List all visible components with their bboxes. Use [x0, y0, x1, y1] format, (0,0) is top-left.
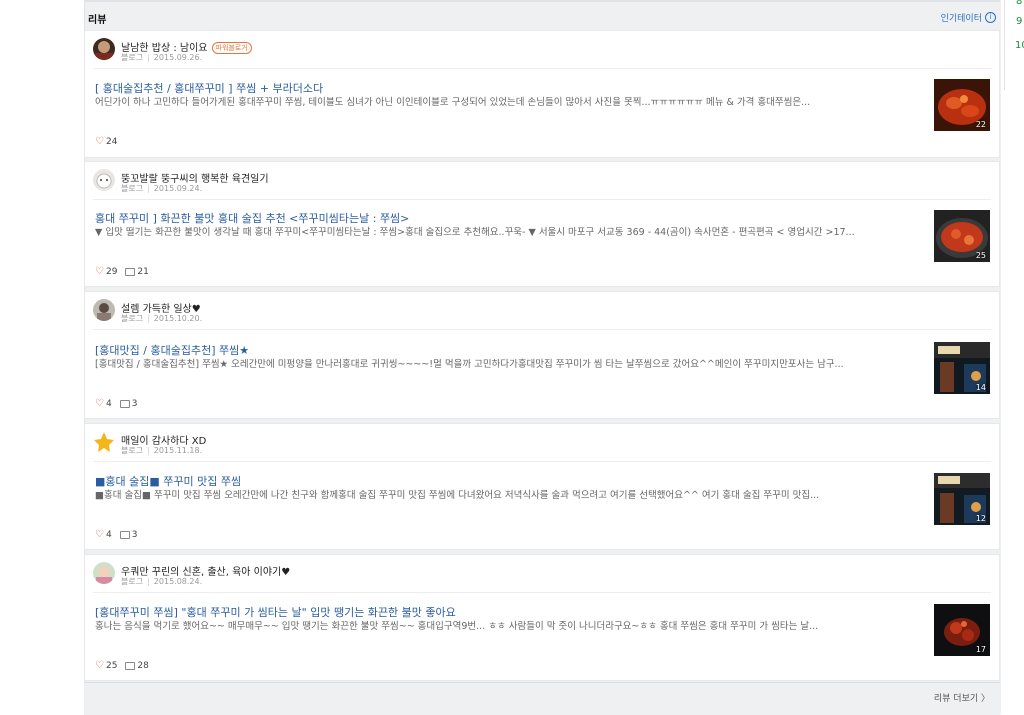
header-divider: [93, 329, 991, 330]
source-label: 블로그: [121, 184, 144, 193]
review-header: 매일이 감사하다 XD 블로그 | 2015.11.18.: [93, 431, 693, 457]
post-thumbnail[interactable]: 12: [934, 473, 990, 525]
review-stats: ♡ 4 3: [95, 529, 137, 541]
post-date: 2015.08.24.: [153, 577, 203, 586]
comment-count[interactable]: 21: [125, 267, 149, 277]
section-header: 리뷰 인기테이터 i: [84, 6, 1000, 30]
post-thumbnail[interactable]: 17: [934, 604, 990, 656]
post-date: 2015.11.18.: [153, 446, 203, 455]
post-excerpt: [홍대맛집 / 홍대술집추천] 쭈씸★ 오레간만에 미펑양을 만나러홍대로 귀귀…: [95, 359, 844, 370]
ranking-number: 10: [1015, 40, 1024, 51]
heart-icon: ♡: [95, 529, 104, 540]
photo-count: 22: [975, 120, 986, 129]
photo-count: 12: [975, 514, 986, 523]
avatar[interactable]: [93, 431, 115, 453]
post-title-link[interactable]: [ 홍대술집추천 / 홍대쭈꾸미 ] 쭈씸 + 부라더소다: [95, 80, 915, 96]
source-label: 블로그: [121, 577, 144, 586]
review-stats: ♡ 29 21: [95, 266, 149, 278]
review-header: 날남한 밥상 : 남이요 파워블로거 블로그 | 2015.09.26.: [93, 38, 693, 64]
heart-icon: ♡: [95, 266, 104, 277]
like-count[interactable]: ♡ 29: [95, 266, 117, 278]
avatar[interactable]: [93, 169, 115, 191]
photo-count: 25: [975, 251, 986, 260]
popular-data-label: 인기테이터: [940, 14, 982, 24]
review-header: 뚱꼬발랄 뚱구씨의 행복한 육견일기 블로그 | 2015.09.24.: [93, 169, 693, 195]
review-meta: 블로그 | 2015.08.24.: [121, 577, 203, 586]
comment-icon: [119, 400, 130, 408]
comment-icon: [125, 662, 136, 670]
comment-count[interactable]: 3: [119, 530, 137, 540]
review-card: 뚱꼬발랄 뚱구씨의 행복한 육견일기 블로그 | 2015.09.24. 홍대 쭈꾸…: [84, 161, 1000, 287]
review-meta: 블로그 | 2015.11.18.: [121, 446, 203, 455]
post-thumbnail[interactable]: 22: [934, 79, 990, 131]
right-ranking-panel: 8 9 10: [1004, 0, 1024, 90]
top-divider: [84, 0, 1000, 2]
ranking-number: 8: [1016, 0, 1023, 7]
review-card: 우쿼만 꾸린의 신혼, 출산, 육아 이야기♥ 블로그 | 2015.08.24. …: [84, 554, 1000, 681]
heart-icon: ♡: [95, 660, 104, 671]
photo-count: 14: [975, 383, 986, 392]
review-stats: ♡ 24: [95, 136, 117, 148]
review-header: 우쿼만 꾸린의 신혼, 출산, 육아 이야기♥ 블로그 | 2015.08.24.: [93, 562, 693, 588]
source-label: 블로그: [121, 446, 144, 455]
post-excerpt: 어딘가이 하나 고민하다 들어가게된 홍대쭈꾸미 쭈씸, 테이블도 심녀가 아닌…: [95, 97, 811, 108]
review-stats: ♡ 25 28: [95, 660, 149, 672]
post-title-link[interactable]: [홍대맛집 / 홍대술집추천] 쭈씸★: [95, 342, 915, 358]
review-meta: 블로그 | 2015.10.20.: [121, 314, 203, 323]
post-date: 2015.09.24.: [153, 184, 203, 193]
power-blogger-badge: 파워블로거: [211, 42, 252, 54]
like-count[interactable]: ♡ 4: [95, 398, 112, 410]
more-reviews-button[interactable]: 리뷰 더보기 〉: [934, 691, 990, 704]
comment-icon: [119, 531, 130, 539]
review-card: 설렘 가득한 일상♥ 블로그 | 2015.10.20. [홍대맛집 / 홍대술집추…: [84, 291, 1000, 419]
avatar[interactable]: [93, 38, 115, 60]
popular-data-link[interactable]: 인기테이터 i: [941, 11, 996, 24]
post-excerpt: 홍나는 음식을 먹기로 했어요~~ 매무매무~~ 입맛 땡기는 화끈한 불맛 쭈…: [95, 621, 819, 632]
post-title-link[interactable]: 홍대 쭈꾸미 ] 화끈한 불맛 홍대 술집 추천 <쭈꾸미씸타는날 : 쭈씸>: [95, 210, 915, 226]
header-divider: [93, 68, 991, 69]
review-header: 설렘 가득한 일상♥ 블로그 | 2015.10.20.: [93, 299, 693, 325]
source-label: 블로그: [121, 53, 144, 62]
post-title-link[interactable]: ■홍대 술집■ 쭈꾸미 맛집 쭈씸: [95, 473, 915, 489]
header-divider: [93, 592, 991, 593]
like-count[interactable]: ♡ 4: [95, 529, 112, 541]
review-footer: 리뷰 더보기 〉: [84, 682, 1000, 715]
header-divider: [93, 461, 991, 462]
review-meta: 블로그 | 2015.09.26.: [121, 53, 203, 62]
source-label: 블로그: [121, 314, 144, 323]
post-date: 2015.09.26.: [153, 53, 203, 62]
review-card: 매일이 감사하다 XD 블로그 | 2015.11.18. ■홍대 술집■ 쭈꾸미 …: [84, 423, 1000, 550]
comment-count[interactable]: 28: [125, 661, 149, 671]
like-count[interactable]: ♡ 24: [95, 136, 117, 148]
review-stats: ♡ 4 3: [95, 398, 137, 410]
info-icon[interactable]: i: [985, 12, 996, 23]
comment-icon: [125, 268, 136, 276]
ranking-number: 9: [1016, 16, 1023, 27]
review-card: 날남한 밥상 : 남이요 파워블로거 블로그 | 2015.09.26. [ 홍대술집…: [84, 30, 1000, 158]
review-meta: 블로그 | 2015.09.24.: [121, 184, 203, 193]
post-excerpt: ▼ 입맛 떨기는 화끈한 불맛이 생각날 때 홍대 쭈꾸미<쭈꾸미씸타는날 : …: [95, 227, 855, 238]
post-title-link[interactable]: [홍대쭈꾸미 쭈씸] "홍대 쭈꾸미 가 씸타는 날" 입맛 땡기는 화끈한 불…: [95, 604, 915, 620]
photo-count: 17: [975, 645, 986, 654]
post-date: 2015.10.20.: [153, 314, 203, 323]
post-thumbnail[interactable]: 25: [934, 210, 990, 262]
avatar[interactable]: [93, 299, 115, 321]
heart-icon: ♡: [95, 398, 104, 409]
header-divider: [93, 199, 991, 200]
post-thumbnail[interactable]: 14: [934, 342, 990, 394]
section-title: 리뷰: [88, 15, 107, 26]
like-count[interactable]: ♡ 25: [95, 660, 117, 672]
comment-count[interactable]: 3: [119, 399, 137, 409]
post-excerpt: ■홍대 술집■ 쭈꾸미 맛집 쭈씸 오레간만에 나간 친구와 함께홍대 술집 쭈…: [95, 490, 820, 501]
avatar[interactable]: [93, 562, 115, 584]
heart-icon: ♡: [95, 136, 104, 147]
